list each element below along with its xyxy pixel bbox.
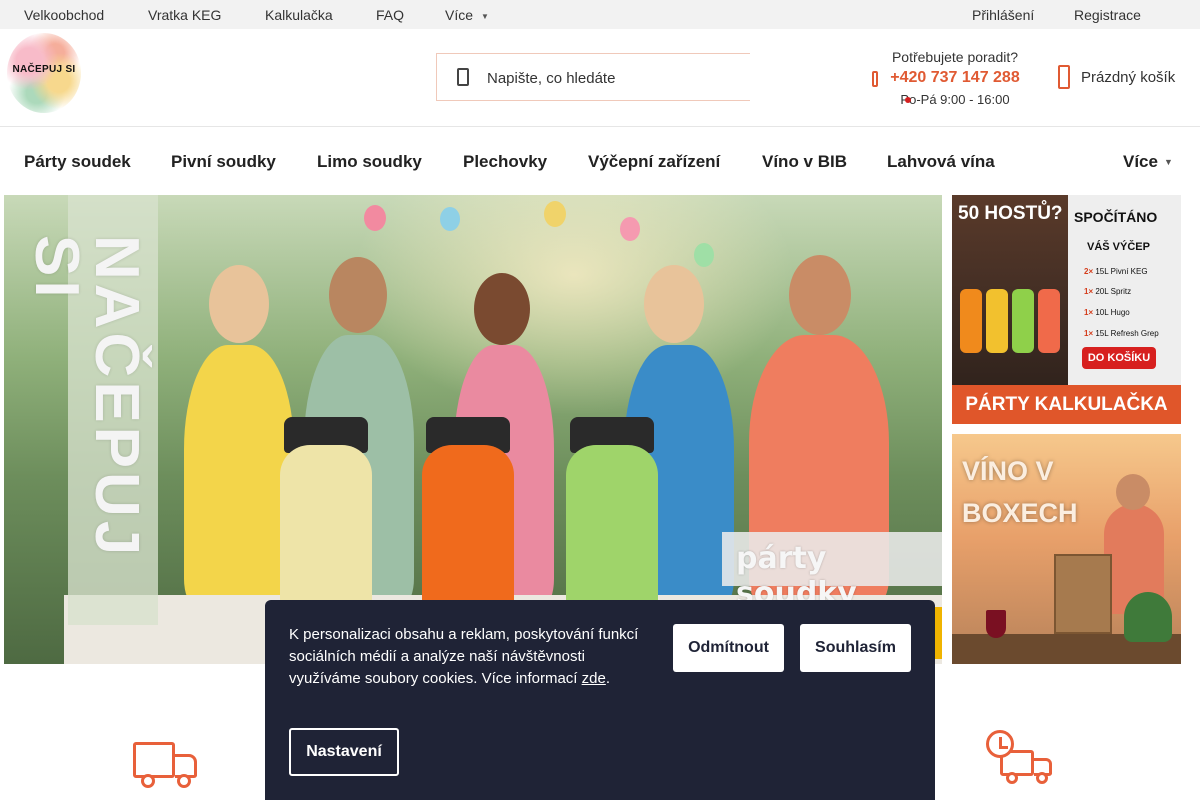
lantern-decoration: [544, 201, 566, 227]
chevron-down-icon: ▼: [1163, 157, 1173, 167]
cart-label[interactable]: Prázdný košík: [1081, 69, 1175, 86]
cookie-settings-button[interactable]: Nastavení: [289, 728, 399, 776]
banner-kegs-graphic: [960, 289, 1064, 379]
logo-text: NAČEPUJ SI: [12, 64, 76, 75]
contact-phone[interactable]: +420 737 147 288: [860, 69, 1050, 87]
top-utility-bar: Velkoobchod Vratka KEG Kalkulačka FAQ Ví…: [0, 0, 1200, 29]
nav-item-pivni-soudky[interactable]: Pivní soudky: [171, 152, 276, 172]
lantern-decoration: [694, 243, 714, 267]
nav-item-limo-soudky[interactable]: Limo soudky: [317, 152, 422, 172]
party-calculator-banner[interactable]: 50 HOSTŮ? SPOČÍTÁNO VÁŠ VÝČEP 2× 15L Piv…: [952, 195, 1181, 424]
delivery-truck-icon: [133, 740, 199, 790]
keg-graphic: [960, 289, 982, 353]
main-nav: Párty soudek Pivní soudky Limo soudky Pl…: [0, 127, 1200, 194]
site-logo[interactable]: NAČEPUJ SI: [7, 33, 81, 113]
person-figure: [644, 265, 704, 343]
hero-banner[interactable]: NAČEPUJ SI párty soudky: [4, 195, 942, 664]
banner-list-item: 2× 15L Pivní KEG: [1084, 267, 1148, 276]
contact-block: Potřebujete poradit? +420 737 147 288 Po…: [860, 49, 1050, 107]
search-input[interactable]: [487, 67, 737, 89]
keg-graphic: [1012, 289, 1034, 353]
login-link[interactable]: Přihlášení: [972, 7, 1034, 23]
banner-calculated-title: SPOČÍTÁNO: [1074, 209, 1158, 225]
keg-graphic: [986, 289, 1008, 353]
lantern-decoration: [440, 207, 460, 231]
person-figure: [1116, 474, 1150, 510]
cookie-text: K personalizaci obsahu a reklam, poskyto…: [289, 626, 639, 687]
nav-item-party-soudek[interactable]: Párty soudek: [24, 152, 131, 172]
person-figure: [789, 255, 851, 335]
topbar-link-faq[interactable]: FAQ: [376, 7, 404, 23]
cart-icon[interactable]: [1058, 65, 1070, 89]
cookie-accept-button[interactable]: Souhlasím: [800, 624, 911, 672]
phone-icon: [872, 71, 878, 87]
nav-item-lahvova-vina[interactable]: Lahvová vína: [887, 152, 995, 172]
person-figure: [184, 345, 294, 605]
status-dot-icon: [905, 97, 911, 103]
banner-list-item: 1× 10L Hugo: [1084, 308, 1130, 317]
chevron-down-icon: ▼: [481, 12, 489, 21]
contact-hours: Po-Pá 9:00 - 16:00: [900, 92, 1010, 107]
person-figure: [209, 265, 269, 343]
banner-guests-title: 50 HOSTŮ?: [958, 203, 1063, 224]
lantern-decoration: [364, 205, 386, 231]
topbar-more-menu[interactable]: Více ▼: [445, 7, 489, 23]
banner-footer-text: PÁRTY KALKULAČKA: [965, 394, 1168, 415]
wine-box-graphic: [1054, 554, 1112, 634]
lantern-decoration: [620, 217, 640, 241]
plant-graphic: [1124, 592, 1172, 642]
search-icon[interactable]: [457, 68, 471, 86]
register-link[interactable]: Registrace: [1074, 7, 1141, 23]
wine-banner-line2: BOXECH: [962, 498, 1078, 528]
nav-item-plechovky[interactable]: Plechovky: [463, 152, 547, 172]
keg-graphic: [1038, 289, 1060, 353]
contact-question: Potřebujete poradit?: [891, 49, 1019, 65]
nav-more-menu[interactable]: Více ▼: [1123, 152, 1173, 172]
wine-in-box-banner[interactable]: VÍNO V BOXECH: [952, 434, 1181, 664]
hero-vertical-text: NAČEPUJ SI: [22, 235, 151, 560]
person-figure: [329, 257, 387, 333]
person-figure: [474, 273, 530, 345]
site-header: NAČEPUJ SI Potřebujete poradit? +420 737…: [0, 29, 1200, 127]
banner-box-heading: VÁŠ VÝČEP: [1087, 241, 1150, 253]
banner-list-item: 1× 20L Spritz: [1084, 287, 1132, 296]
topbar-more-label: Více: [445, 7, 474, 23]
search-box: [436, 53, 750, 101]
cookie-reject-button[interactable]: Odmítnout: [673, 624, 784, 672]
nav-more-label: Více: [1123, 152, 1158, 171]
topbar-link-vratka-keg[interactable]: Vratka KEG: [148, 7, 221, 23]
topbar-link-kalkulacka[interactable]: Kalkulačka: [265, 7, 333, 23]
banner-list-item: 1× 15L Refresh Grep: [1084, 329, 1159, 338]
cookie-more-info-link[interactable]: zde: [582, 670, 606, 687]
nav-item-vycepni-zarizeni[interactable]: Výčepní zařízení: [588, 152, 720, 172]
cookie-consent-dialog: K personalizaci obsahu a reklam, poskyto…: [265, 600, 935, 800]
fast-delivery-icon: [986, 730, 1054, 784]
banner-add-to-cart-button[interactable]: DO KOŠÍKU: [1082, 347, 1156, 369]
nav-item-vino-v-bib[interactable]: Víno v BIB: [762, 152, 847, 172]
wine-banner-line1: VÍNO V: [962, 456, 1054, 486]
topbar-link-velkoobchod[interactable]: Velkoobchod: [24, 7, 104, 23]
wine-glass-graphic: [986, 610, 1006, 638]
